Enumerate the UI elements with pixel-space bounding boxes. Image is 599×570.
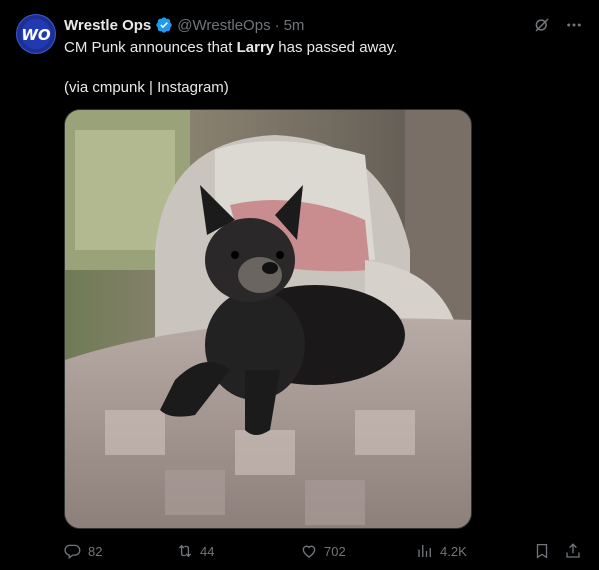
views-chart-icon xyxy=(418,545,431,557)
tweet-text-bold: Larry xyxy=(236,39,275,56)
verified-badge-icon xyxy=(155,16,173,34)
share-icon xyxy=(566,543,580,558)
share-button[interactable] xyxy=(564,542,582,560)
tweet-text-part: CM Punk announces that xyxy=(64,39,237,56)
repost-icon xyxy=(178,544,192,558)
tweet-credit: (via cmpunk | Instagram) xyxy=(64,79,229,96)
like-count: 702 xyxy=(324,543,346,559)
timestamp[interactable]: 5m xyxy=(284,17,305,34)
tweet[interactable]: WO Wrestle Ops @WrestleOps · 5m CM Punk … xyxy=(0,0,599,570)
tweet-actions: 82 44 702 4.2K xyxy=(64,540,584,562)
repost-count: 44 xyxy=(200,543,215,559)
tweet-main-text: CM Punk announces that Larry has passed … xyxy=(64,38,564,58)
separator-dot: · xyxy=(274,16,280,34)
reply-button[interactable]: 82 xyxy=(64,542,102,560)
reply-icon xyxy=(64,544,81,560)
grok-icon[interactable] xyxy=(533,16,551,34)
tweet-header: Wrestle Ops @WrestleOps · 5m xyxy=(64,15,304,35)
tweet-text-part: has passed away. xyxy=(274,39,398,56)
heart-icon xyxy=(302,545,316,558)
tweet-top-actions xyxy=(533,16,583,34)
avatar[interactable]: WO xyxy=(16,14,56,54)
reply-count: 82 xyxy=(88,543,103,559)
tweet-photo[interactable] xyxy=(64,109,472,529)
tweet-text: CM Punk announces that Larry has passed … xyxy=(64,38,564,98)
avatar-logo-text: WO xyxy=(21,26,51,44)
author-handle[interactable]: @WrestleOps xyxy=(177,17,270,34)
more-icon[interactable] xyxy=(565,16,583,34)
repost-button[interactable]: 44 xyxy=(176,542,214,560)
views-count: 4.2K xyxy=(440,543,467,559)
bookmark-icon xyxy=(536,543,548,559)
bookmark-button[interactable] xyxy=(533,542,551,560)
views-button[interactable]: 4.2K xyxy=(416,542,467,560)
like-button[interactable]: 702 xyxy=(300,542,346,560)
author-name[interactable]: Wrestle Ops xyxy=(64,17,151,34)
